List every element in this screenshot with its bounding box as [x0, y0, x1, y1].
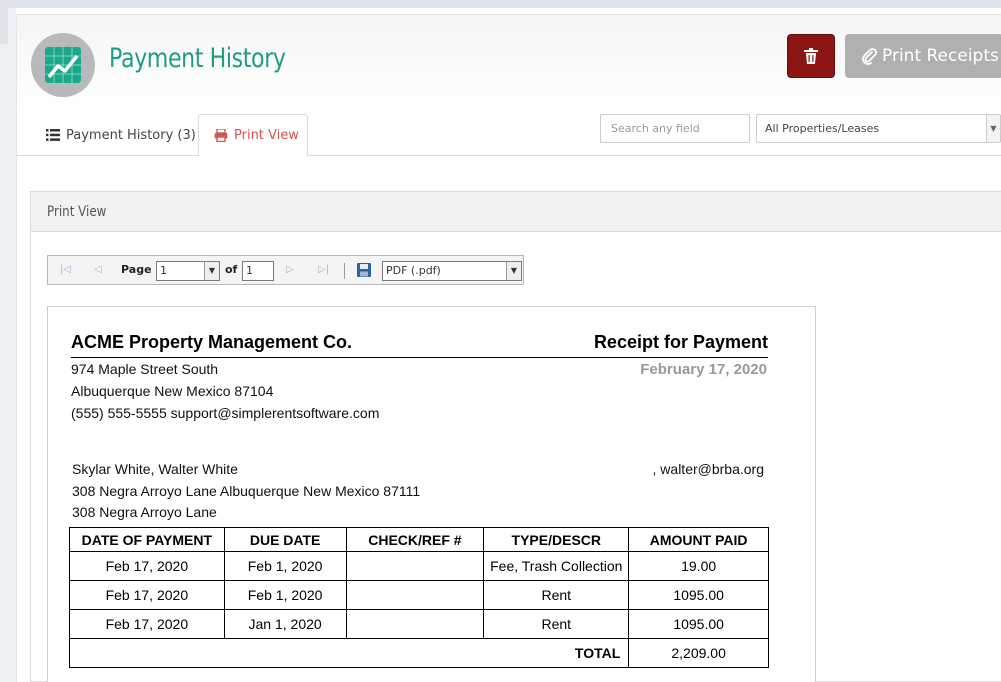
company-address-line: 974 Maple Street South [71, 361, 219, 377]
print-view-section: Print View |◁ ◁ Page 1 ▼ of 1 ▷ ▷| PDF (… [30, 191, 1001, 682]
first-page-icon[interactable]: |◁ [60, 264, 71, 276]
table-cell: 1095.00 [628, 580, 769, 610]
table-row: Feb 17, 2020 Feb 1, 2020 Fee, Trash Coll… [69, 551, 769, 581]
column-header: CHECK/REF # [345, 527, 485, 552]
chevron-down-icon[interactable]: ▼ [506, 262, 521, 280]
column-header: DATE OF PAYMENT [69, 527, 225, 552]
title-rule [71, 357, 768, 358]
table-row: Feb 17, 2020 Jan 1, 2020 Rent 1095.00 [69, 609, 769, 639]
printer-icon [214, 129, 228, 142]
table-header-row: DATE OF PAYMENT DUE DATE CHECK/REF # TYP… [69, 527, 769, 552]
column-header: TYPE/DESCR [483, 527, 630, 552]
table-cell [345, 609, 485, 639]
app-logo [31, 33, 95, 97]
page-label: Page [121, 263, 152, 276]
company-address-line: Albuquerque New Mexico 87104 [71, 383, 274, 399]
property-address: 308 Negra Arroyo Lane [72, 504, 217, 520]
trash-icon [804, 48, 818, 64]
page-total-value: 1 [246, 264, 253, 277]
tab-bar: Payment History (3) Print View All Prope… [16, 114, 1001, 157]
page-title: Payment History [109, 43, 286, 74]
payments-table: DATE OF PAYMENT DUE DATE CHECK/REF # TYP… [68, 527, 769, 668]
column-header: DUE DATE [223, 527, 347, 552]
print-receipts-button[interactable]: Print Receipts [845, 34, 1001, 78]
page-total-field[interactable]: 1 [242, 261, 274, 281]
paperclip-icon [862, 48, 877, 65]
toolbar-separator [344, 263, 345, 279]
tenant-names: Skylar White, Walter White [72, 461, 238, 477]
table-cell: Rent [483, 609, 630, 639]
list-icon [46, 129, 60, 141]
tenant-address: 308 Negra Arroyo Lane Albuquerque New Me… [72, 483, 421, 499]
export-format-value: PDF (.pdf) [386, 264, 441, 277]
receipt-date: February 17, 2020 [640, 361, 767, 378]
table-cell: Feb 17, 2020 [69, 580, 225, 610]
column-header: AMOUNT PAID [628, 527, 769, 552]
search-input[interactable] [600, 114, 750, 143]
table-cell [345, 551, 485, 581]
chart-icon [45, 47, 81, 83]
table-row: Feb 17, 2020 Feb 1, 2020 Rent 1095.00 [69, 580, 769, 610]
chevron-down-icon[interactable]: ▼ [986, 115, 1000, 142]
table-cell: Jan 1, 2020 [223, 609, 347, 639]
of-label: of [225, 263, 238, 276]
total-value: 2,209.00 [628, 638, 769, 668]
page-number-value: 1 [160, 264, 167, 277]
last-page-icon[interactable]: ▷| [318, 264, 329, 276]
next-page-icon[interactable]: ▷ [286, 264, 294, 276]
property-select-value: All Properties/Leases [765, 122, 880, 135]
tab-payment-history[interactable]: Payment History (3) [46, 114, 196, 156]
table-cell: 19.00 [628, 551, 769, 581]
delete-button[interactable] [787, 34, 835, 78]
total-row: TOTAL 2,209.00 [68, 638, 769, 668]
company-contact-line: (555) 555-5555 support@simplerentsoftwar… [71, 405, 380, 421]
tenant-email: , walter@brba.org [652, 461, 764, 477]
table-cell [345, 580, 485, 610]
total-label: TOTAL [68, 638, 630, 668]
receipt-document: ACME Property Management Co. Receipt for… [47, 306, 816, 682]
table-cell: Fee, Trash Collection [483, 551, 630, 581]
previous-page-icon[interactable]: ◁ [94, 264, 102, 276]
section-title: Print View [31, 192, 1001, 232]
tab-print-view-label: Print View [234, 128, 299, 143]
report-viewer-toolbar: |◁ ◁ Page 1 ▼ of 1 ▷ ▷| PDF (.pdf) ▼ [47, 255, 524, 285]
table-cell: Feb 1, 2020 [223, 551, 347, 581]
section-title-text: Print View [47, 203, 107, 220]
page-header: Payment History Print Receipts [17, 15, 1001, 115]
tab-payment-history-label: Payment History (3) [66, 127, 196, 143]
left-gutter [0, 8, 16, 682]
table-cell: Feb 17, 2020 [69, 609, 225, 639]
receipt-title: Receipt for Payment [593, 332, 768, 352]
chevron-down-icon[interactable]: ▼ [204, 262, 219, 280]
table-cell: Feb 1, 2020 [223, 580, 347, 610]
export-format-select[interactable]: PDF (.pdf) ▼ [382, 261, 522, 281]
left-gutter-block [0, 8, 8, 44]
save-icon[interactable] [357, 263, 371, 277]
page-number-select[interactable]: 1 ▼ [156, 261, 220, 281]
table-cell: Feb 17, 2020 [69, 551, 225, 581]
table-cell: 1095.00 [628, 609, 769, 639]
table-cell: Rent [483, 580, 630, 610]
company-name: ACME Property Management Co. [71, 332, 353, 352]
print-receipts-label: Print Receipts [882, 46, 999, 66]
property-select[interactable]: All Properties/Leases ▼ [756, 114, 1001, 143]
top-bar [0, 0, 1001, 8]
tab-print-view[interactable]: Print View [198, 114, 308, 157]
